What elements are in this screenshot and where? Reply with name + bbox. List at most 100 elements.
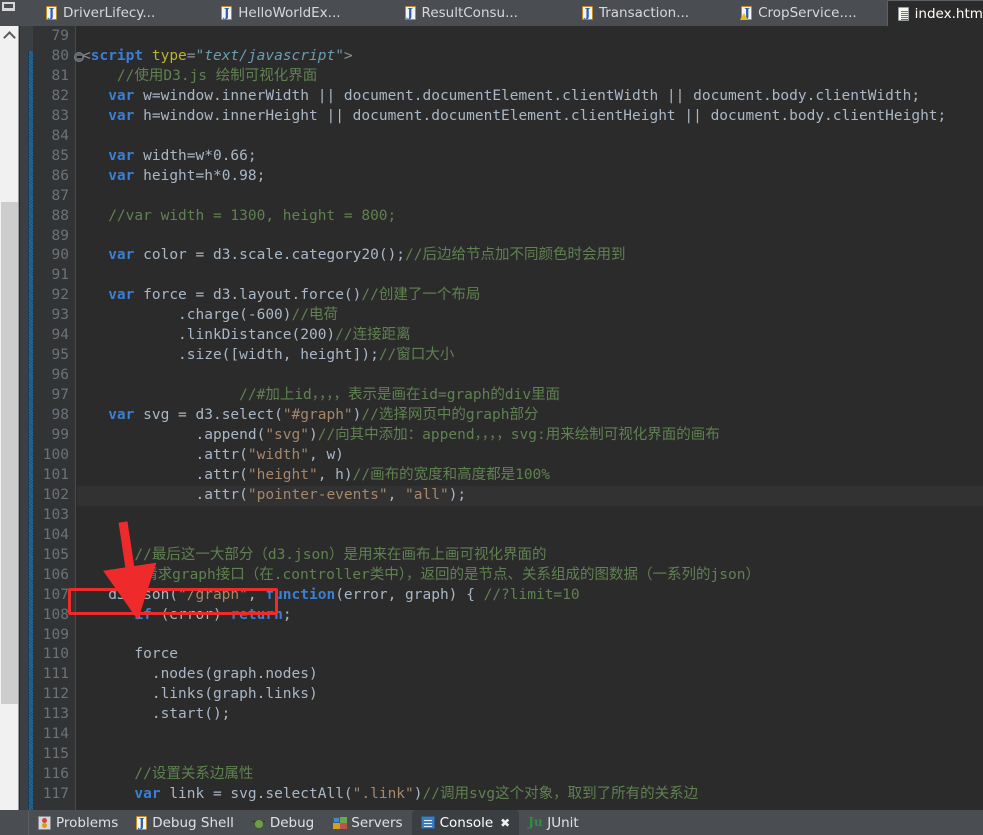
code-line[interactable]: .start();	[77, 705, 983, 725]
vertical-scrollbar[interactable]	[0, 26, 19, 810]
code-token-txt: .size([width, height]);	[82, 347, 379, 364]
code-line[interactable]: var w=window.innerWidth || document.docu…	[77, 87, 983, 107]
code-token-kw: var	[108, 247, 135, 264]
code-line[interactable]: var link = svg.selectAll(".link")//调用svg…	[77, 785, 983, 805]
code-token-kw: var	[108, 147, 135, 164]
code-text-area[interactable]: <script type="text/javascript"> //使用D3.j…	[77, 26, 983, 810]
code-line[interactable]: .linkDistance(200)//连接距离	[77, 326, 983, 346]
code-line[interactable]: var width=w*0.66;	[77, 147, 983, 167]
code-line[interactable]: force	[77, 645, 983, 665]
code-line[interactable]	[77, 187, 983, 207]
code-token-cmt: //连接距离	[335, 327, 411, 344]
code-token-txt: force = d3.layout.force()	[134, 287, 362, 304]
editor-tab-3[interactable]: Transaction...	[572, 0, 701, 26]
code-token-cmt: //后边给节点加不同颜色时会用到	[405, 247, 626, 264]
editor-tab-2[interactable]: ResultConsu...	[395, 0, 530, 26]
code-token-txt: , h)	[317, 466, 353, 483]
view-tab-bar-spacer	[0, 810, 29, 835]
view-tab-junit[interactable]: JUnit	[519, 810, 587, 835]
code-editor[interactable]: 79 80 81 82 83 84 85 86 87 88 89 90 91 92 93 94 95 96 97 98…	[0, 26, 983, 810]
code-line[interactable]: .attr("height", h)//画布的宽度和高度都是100%	[77, 466, 983, 486]
code-line[interactable]	[77, 366, 983, 386]
code-line[interactable]	[77, 626, 983, 646]
code-token-txt: svg = d3.select(	[134, 407, 283, 424]
code-line[interactable]	[77, 266, 983, 286]
view-tab-label: JUnit	[547, 814, 579, 831]
code-line[interactable]	[77, 506, 983, 526]
line-number: 115	[42, 746, 69, 763]
code-token-txt: .attr(	[82, 486, 248, 503]
code-line[interactable]: .nodes(graph.nodes)	[77, 665, 983, 685]
view-tab-problems[interactable]: Problems	[29, 810, 127, 835]
code-line[interactable]: .attr("pointer-events", "all");	[77, 485, 983, 506]
editor-tab-0[interactable]: DriverLifecy...	[36, 0, 167, 26]
code-token-txt: ,	[247, 586, 266, 603]
code-token-txt: ,	[387, 486, 406, 503]
line-number: 104	[42, 526, 69, 543]
line-number: 114	[42, 726, 69, 743]
line-number: 113	[42, 706, 69, 723]
code-line[interactable]: .append("svg")//向其中添加：append，，，，svg:用来绘制…	[77, 426, 983, 446]
line-number: 98	[51, 407, 69, 424]
code-fold-collapse-icon[interactable]	[74, 51, 84, 62]
line-number: 101	[42, 466, 69, 483]
code-line[interactable]	[77, 227, 983, 247]
view-tab-servers[interactable]: Servers	[323, 810, 411, 835]
line-number: 117	[42, 786, 69, 803]
code-line[interactable]: var force = d3.layout.force()//创建了一个布局	[77, 286, 983, 306]
code-line[interactable]: //var width = 1300, height = 800;	[77, 207, 983, 227]
editor-tab-4[interactable]: CropService....	[731, 0, 869, 26]
code-line[interactable]: .charge(-600)//电荷	[77, 306, 983, 326]
code-line[interactable]: .size([width, height]);//窗口大小	[77, 346, 983, 366]
view-tab-debug-shell[interactable]: Debug Shell	[127, 810, 243, 835]
code-line[interactable]: //最后这一大部分（d3.json）是用来在画布上画可视化界面的	[77, 546, 983, 566]
code-token-txt: , w)	[308, 446, 344, 463]
code-line[interactable]: if (error) return;	[77, 606, 983, 626]
code-token-txt: color = d3.scale.category20();	[134, 247, 406, 264]
code-line[interactable]: var color = d3.scale.category20();//后边给节…	[77, 246, 983, 266]
code-line[interactable]: //#加上id，，，，表示是画在id=graph的div里面	[77, 386, 983, 406]
code-line[interactable]: .attr("width", w)	[77, 446, 983, 466]
line-number: 99	[51, 427, 69, 443]
code-line[interactable]: var svg = d3.select("#graph")//选择网页中的gra…	[77, 406, 983, 426]
code-token-cmt: //设置关系边属性	[82, 766, 254, 783]
line-number: 96	[51, 367, 69, 384]
editor-tab-5[interactable]: index.html✖	[886, 0, 983, 26]
code-token-cmt: //#加上id，，，，表示是画在id=graph的div里面	[82, 387, 561, 404]
line-number: 87	[51, 187, 69, 204]
code-line[interactable]	[77, 745, 983, 765]
line-number-gutter[interactable]: 79 80 81 82 83 84 85 86 87 88 89 90 91 92 93 94 95 96 97 98…	[33, 26, 76, 810]
java-file-icon	[404, 5, 416, 21]
code-token-kw: var	[134, 786, 161, 803]
code-line[interactable]	[77, 526, 983, 546]
code-line[interactable]: d3.json("/graph", function(error, graph)…	[77, 586, 983, 606]
scrollbar-thumb[interactable]	[1, 202, 18, 704]
code-line[interactable]	[77, 127, 983, 147]
code-token-txt: .links(graph.links)	[82, 686, 318, 703]
editor-minimize-control[interactable]	[0, 0, 36, 26]
editor-tab-1[interactable]: HelloWorldEx...	[211, 0, 352, 26]
view-tab-close-icon[interactable]: ✖	[500, 816, 510, 830]
code-line[interactable]	[77, 27, 983, 47]
scroll-up-arrow-icon[interactable]	[0, 26, 18, 43]
line-number: 89	[51, 227, 69, 244]
code-line[interactable]: //设置关系边属性	[77, 765, 983, 785]
code-line[interactable]: var height=h*0.98;	[77, 167, 983, 187]
code-line[interactable]: //请求graph接口（在.controller类中），返回的是节点、关系组成的…	[77, 566, 983, 586]
view-tab-debug[interactable]: Debug	[243, 810, 323, 835]
code-token-kw: var	[108, 87, 135, 104]
code-line[interactable]: <script type="text/javascript">	[77, 47, 983, 67]
line-number: 92	[51, 287, 69, 304]
line-number: 100	[42, 446, 69, 463]
code-line[interactable]: var h=window.innerHeight || document.doc…	[77, 107, 983, 127]
editor-tab-label: index.html	[914, 5, 983, 22]
code-token-txt: (error, graph) {	[335, 586, 484, 603]
code-line[interactable]: //使用D3.js 绘制可视化界面	[77, 67, 983, 87]
code-line[interactable]	[77, 725, 983, 745]
code-line[interactable]: .links(graph.links)	[77, 685, 983, 705]
view-tab-console[interactable]: Console ✖	[411, 810, 520, 835]
code-token-cmt: //调用svg这个对象，取到了所有的关系边	[422, 786, 699, 803]
view-tab-label: Console	[439, 814, 494, 831]
view-tab-bar: Problems Debug Shell Debug Servers Console ✖ J…	[0, 810, 983, 835]
